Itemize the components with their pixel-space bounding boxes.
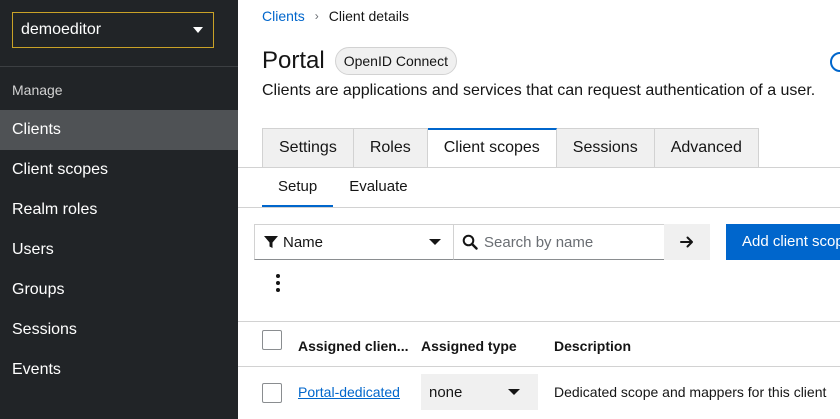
kebab-menu-icon[interactable] (272, 272, 284, 294)
sidebar-divider (0, 66, 238, 67)
sidebar-item-realm-roles[interactable]: Realm roles (0, 190, 238, 230)
subtabs: Setup Evaluate (262, 168, 424, 208)
realm-selector[interactable]: demoeditor (12, 12, 214, 48)
assigned-type-value: none (429, 383, 463, 401)
search-box (454, 224, 664, 260)
subtab-setup[interactable]: Setup (262, 168, 334, 208)
title-row: Portal OpenID Connect (262, 47, 457, 75)
column-header-assigned-client-scope[interactable]: Assigned clien... (298, 338, 408, 354)
protocol-badge: OpenID Connect (334, 47, 457, 75)
sidebar: demoeditor Manage Clients Client scopes … (0, 0, 238, 419)
chevron-down-icon (508, 389, 520, 395)
page-subtitle: Clients are applications and services th… (262, 82, 816, 99)
column-header-description: Description (554, 338, 632, 354)
arrow-right-icon (680, 236, 693, 248)
kebab-dot (276, 288, 280, 292)
tab-sessions[interactable]: Sessions (556, 128, 655, 168)
subtabs-divider (238, 207, 840, 208)
chevron-down-icon (193, 27, 203, 33)
nav-list: Clients Client scopes Realm roles Users … (0, 110, 238, 390)
client-scope-name-cell: Portal-dedicated (298, 384, 400, 400)
select-all-checkbox[interactable] (262, 330, 282, 350)
subtab-evaluate[interactable]: Evaluate (333, 168, 423, 208)
main-content: Clients › Client details Portal OpenID C… (238, 0, 840, 419)
add-client-scope-button[interactable]: Add client scope (726, 224, 840, 260)
kebab-dot (276, 274, 280, 278)
breadcrumb-clients-link[interactable]: Clients (262, 8, 305, 24)
column-header-assigned-type[interactable]: Assigned type (421, 338, 517, 354)
tab-client-scopes[interactable]: Client scopes (427, 128, 557, 168)
sidebar-item-users[interactable]: Users (0, 230, 238, 270)
page-title: Portal (262, 47, 325, 74)
filter-select[interactable]: Name (254, 224, 454, 260)
chevron-down-icon (429, 239, 441, 245)
filter-icon (264, 236, 278, 248)
breadcrumb-separator: › (314, 9, 319, 23)
tab-settings[interactable]: Settings (262, 128, 354, 168)
sidebar-item-sessions[interactable]: Sessions (0, 310, 238, 350)
description-cell: Dedicated scope and mappers for this cli… (554, 384, 827, 400)
tab-roles[interactable]: Roles (353, 128, 428, 168)
tabs: Settings Roles Client scopes Sessions Ad… (262, 128, 759, 168)
toolbar: Name Add client scope (254, 224, 840, 260)
breadcrumb-current: Client details (328, 8, 409, 24)
row-checkbox[interactable] (262, 383, 282, 403)
nav-section-manage: Manage (12, 82, 63, 98)
sidebar-item-client-scopes[interactable]: Client scopes (0, 150, 238, 190)
search-submit-button[interactable] (664, 224, 710, 260)
toggle-icon[interactable] (830, 52, 840, 72)
filter-label: Name (283, 233, 324, 251)
sidebar-item-groups[interactable]: Groups (0, 270, 238, 310)
tab-advanced[interactable]: Advanced (654, 128, 759, 168)
table-divider (238, 321, 840, 322)
sidebar-item-clients[interactable]: Clients (0, 110, 238, 150)
sidebar-item-events[interactable]: Events (0, 350, 238, 390)
table-row-divider (238, 366, 840, 367)
breadcrumb: Clients › Client details (262, 8, 409, 24)
kebab-dot (276, 281, 280, 285)
assigned-type-select[interactable]: none (421, 374, 538, 410)
search-icon (462, 234, 478, 250)
client-scope-link[interactable]: Portal-dedicated (298, 384, 400, 400)
search-input[interactable] (484, 233, 654, 251)
realm-name: demoeditor (21, 21, 102, 38)
